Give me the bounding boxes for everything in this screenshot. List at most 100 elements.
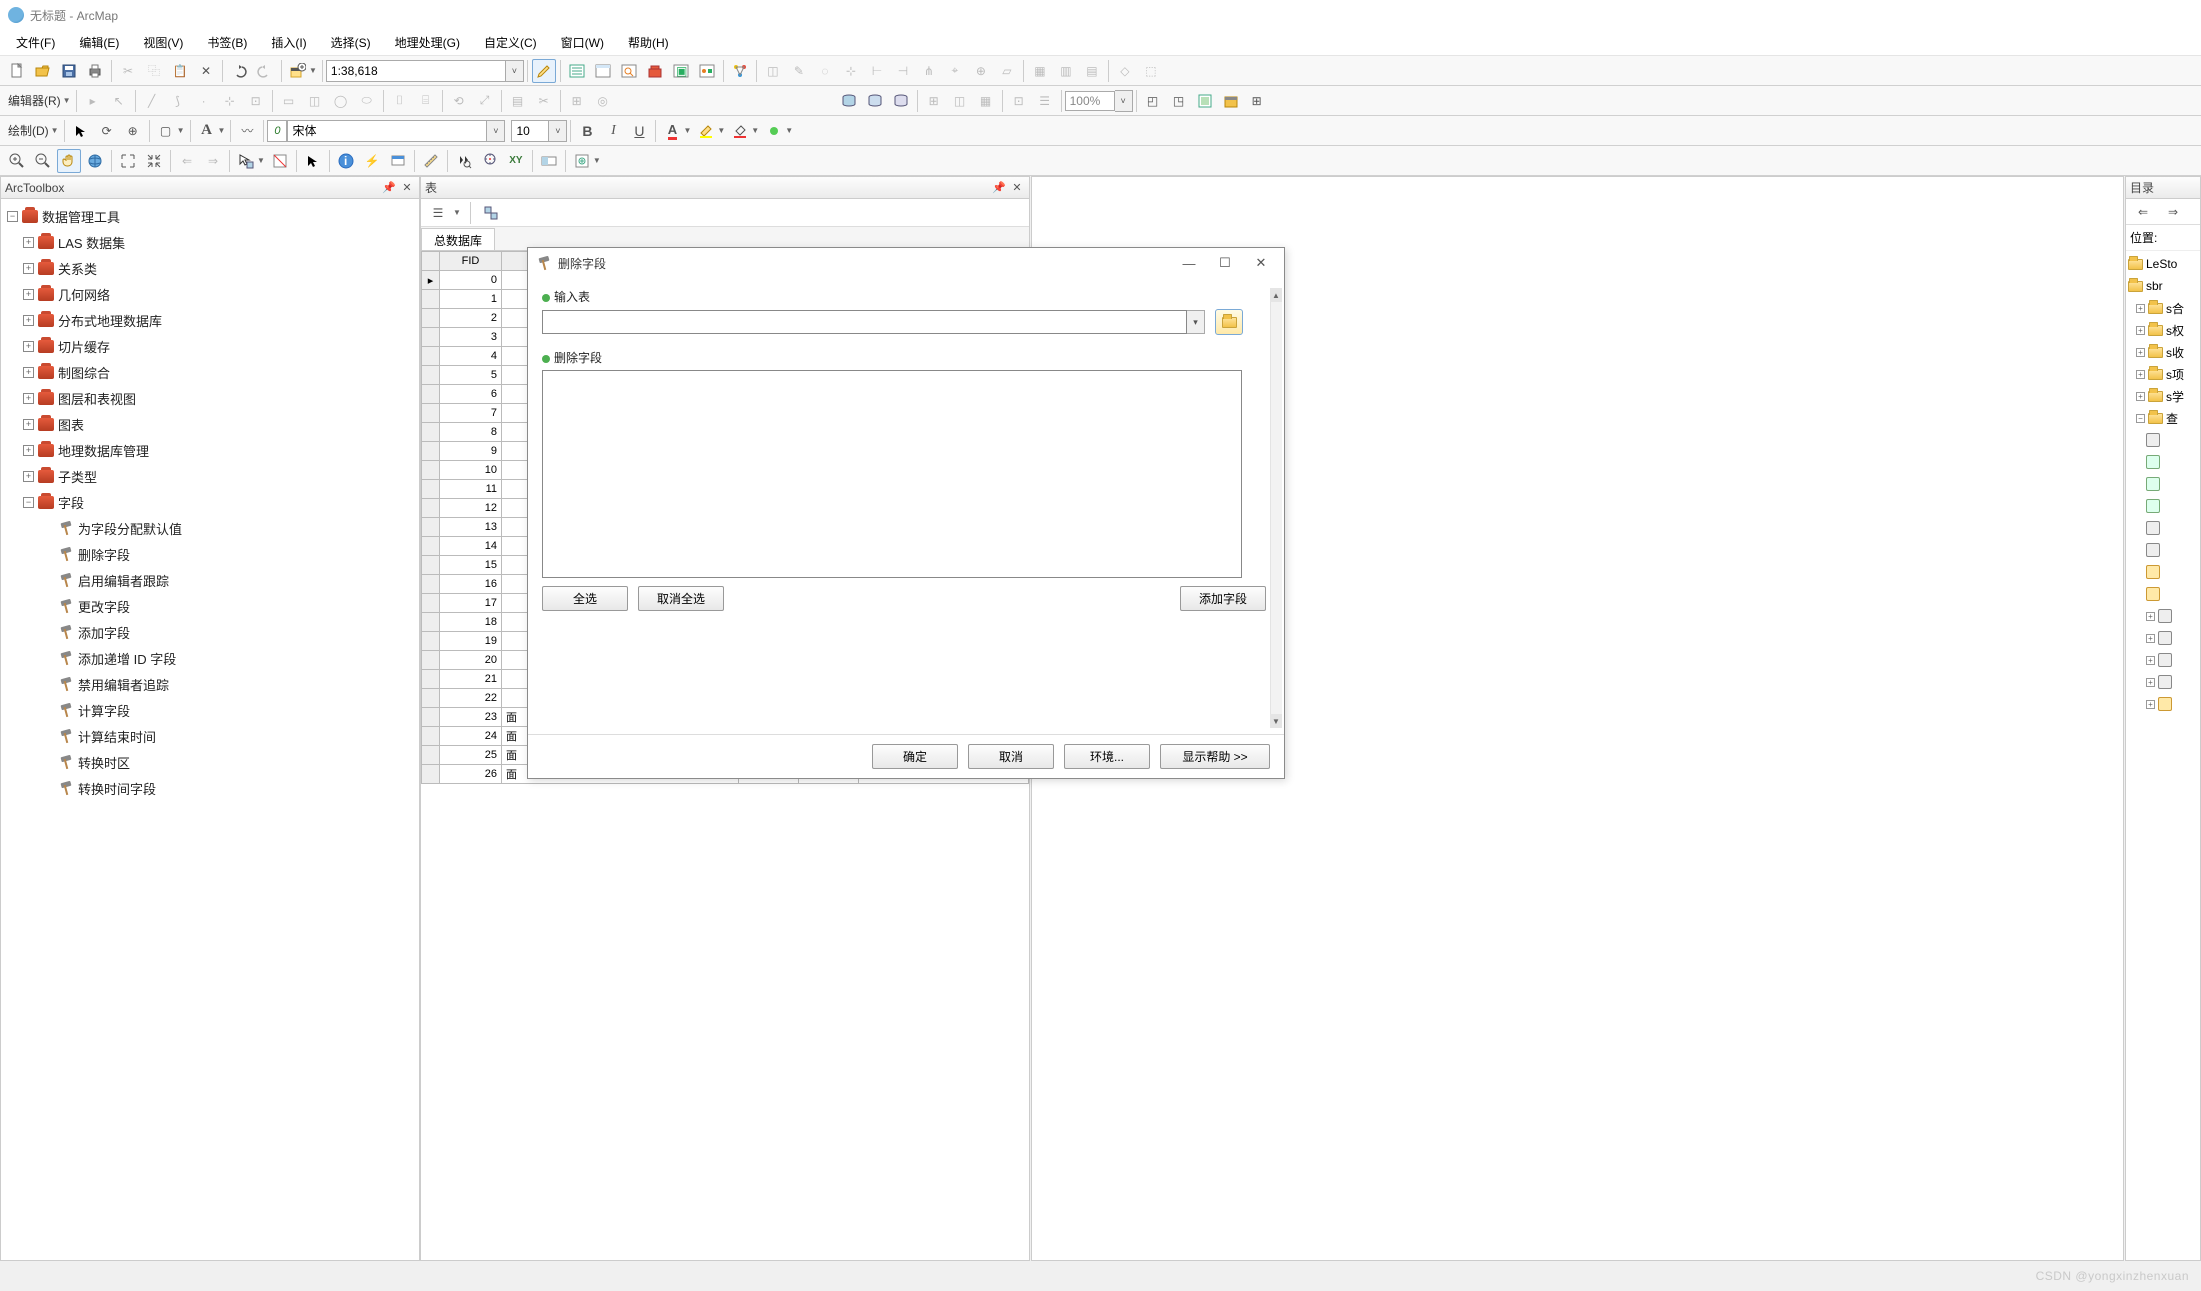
expand-icon[interactable]: + — [2136, 348, 2145, 357]
catalog-tree[interactable]: LeStosbr+s合+s权+s收+s项+s学−查+++++ — [2126, 251, 2200, 1260]
catalog-folder[interactable]: LeSto — [2128, 253, 2198, 275]
toolbox-group[interactable]: +切片缓存 — [3, 333, 417, 359]
collapse-icon[interactable]: − — [7, 211, 18, 222]
expand-icon[interactable]: + — [23, 367, 34, 378]
pan-icon[interactable] — [57, 149, 81, 173]
catalog-item[interactable]: + — [2128, 627, 2198, 649]
marker-color-icon[interactable] — [762, 119, 786, 143]
undo-icon[interactable] — [227, 59, 251, 83]
scale-input[interactable] — [326, 60, 506, 82]
open-icon[interactable] — [31, 59, 55, 83]
input-table-dropdown[interactable]: ▾ — [1187, 310, 1205, 334]
browse-button[interactable] — [1215, 309, 1243, 335]
fixed-zoom-in-icon[interactable] — [116, 149, 140, 173]
expand-icon[interactable]: + — [2146, 634, 2155, 643]
close-icon[interactable]: ✕ — [399, 180, 415, 196]
text-tool-dropdown[interactable]: ▼ — [218, 126, 226, 135]
show-help-button[interactable]: 显示帮助 >> — [1160, 744, 1270, 769]
zoom-out-icon[interactable] — [31, 149, 55, 173]
editor-label[interactable]: 编辑器(R) — [4, 92, 65, 109]
toolbox-group[interactable]: +分布式地理数据库 — [3, 307, 417, 333]
expand-icon[interactable]: + — [23, 445, 34, 456]
menu-customize[interactable]: 自定义(C) — [474, 31, 547, 54]
save-icon[interactable] — [57, 59, 81, 83]
minimize-icon[interactable]: — — [1174, 252, 1204, 274]
tool-item[interactable]: 为字段分配默认值 — [3, 515, 417, 541]
add-data-dropdown[interactable]: ▼ — [309, 66, 317, 75]
tool-item[interactable]: 禁用编辑者追踪 — [3, 671, 417, 697]
expand-icon[interactable]: + — [23, 263, 34, 274]
scroll-down-icon[interactable]: ▼ — [1270, 714, 1282, 728]
expand-icon[interactable]: + — [2136, 304, 2145, 313]
catalog-subfolder[interactable]: −查 — [2128, 407, 2198, 429]
print-icon[interactable] — [83, 59, 107, 83]
expand-icon[interactable]: + — [23, 393, 34, 404]
search-window-icon[interactable] — [617, 59, 641, 83]
bold-icon[interactable]: B — [575, 119, 599, 143]
html-popup-icon[interactable] — [386, 149, 410, 173]
ok-button[interactable]: 确定 — [872, 744, 958, 769]
time-slider-icon[interactable] — [537, 149, 561, 173]
catalog-item[interactable] — [2128, 429, 2198, 451]
cat-fwd-icon[interactable]: ⇒ — [2161, 200, 2185, 224]
add-data-icon[interactable] — [286, 59, 310, 83]
table-options-dropdown[interactable]: ▼ — [453, 208, 461, 217]
t-icon-9[interactable] — [1219, 89, 1243, 113]
editor-dropdown[interactable]: ▼ — [63, 96, 71, 105]
zoom-tool-icon[interactable]: ⊕ — [121, 119, 145, 143]
catalog-subfolder[interactable]: +s收 — [2128, 341, 2198, 363]
toc-icon[interactable] — [565, 59, 589, 83]
collapse-icon[interactable]: − — [23, 497, 34, 508]
menu-edit[interactable]: 编辑(E) — [69, 31, 129, 54]
close-icon[interactable]: ✕ — [1246, 252, 1276, 274]
catalog-item[interactable]: + — [2128, 605, 2198, 627]
table-tab[interactable]: 总数据库 — [421, 228, 495, 250]
expand-icon[interactable]: + — [23, 341, 34, 352]
model-builder-icon[interactable] — [695, 59, 719, 83]
t-icon-10[interactable]: ⊞ — [1245, 89, 1269, 113]
deselect-all-button[interactable]: 取消全选 — [638, 586, 724, 611]
viewer-dropdown[interactable]: ▼ — [593, 156, 601, 165]
cat-back-icon[interactable]: ⇐ — [2131, 200, 2155, 224]
t-icon-7[interactable]: ◳ — [1167, 89, 1191, 113]
catalog-item[interactable] — [2128, 495, 2198, 517]
toolbox-group[interactable]: +几何网络 — [3, 281, 417, 307]
fields-node[interactable]: −字段 — [3, 489, 417, 515]
viewer-window-icon[interactable] — [570, 149, 594, 173]
geo-db-1-icon[interactable] — [837, 89, 861, 113]
font-size-dropdown[interactable]: ˅ — [549, 120, 567, 142]
tool-item[interactable]: 计算字段 — [3, 697, 417, 723]
arctoolbox-tree[interactable]: −数据管理工具 +LAS 数据集+关系类+几何网络+分布式地理数据库+切片缓存+… — [1, 199, 419, 1260]
select-cursor-icon[interactable] — [69, 119, 93, 143]
close-icon[interactable]: ✕ — [1009, 180, 1025, 196]
tool-item[interactable]: 更改字段 — [3, 593, 417, 619]
editor-toolbar-icon[interactable] — [532, 59, 556, 83]
catalog-item[interactable]: + — [2128, 693, 2198, 715]
menu-geoprocessing[interactable]: 地理处理(G) — [385, 31, 470, 54]
font-color-dropdown[interactable]: ▼ — [683, 126, 691, 135]
input-table-field[interactable] — [542, 310, 1187, 334]
catalog-folder[interactable]: sbr — [2128, 275, 2198, 297]
menu-window[interactable]: 窗口(W) — [551, 31, 614, 54]
menu-file[interactable]: 文件(F) — [6, 31, 65, 54]
catalog-item[interactable] — [2128, 473, 2198, 495]
catalog-subfolder[interactable]: +s学 — [2128, 385, 2198, 407]
catalog-item[interactable] — [2128, 539, 2198, 561]
select-elements-icon[interactable] — [301, 149, 325, 173]
menu-bookmarks[interactable]: 书签(B) — [197, 31, 257, 54]
expand-icon[interactable]: + — [2146, 678, 2155, 687]
text-tool-icon[interactable]: A — [195, 119, 219, 143]
catalog-item[interactable] — [2128, 451, 2198, 473]
catalog-window-icon[interactable] — [591, 59, 615, 83]
curve-tool-icon[interactable]: 〰 — [235, 119, 259, 143]
highlight-dropdown[interactable]: ▼ — [717, 126, 725, 135]
catalog-item[interactable] — [2128, 583, 2198, 605]
draw-label[interactable]: 绘制(D) — [4, 122, 53, 139]
toolbox-group[interactable]: +关系类 — [3, 255, 417, 281]
fields-listbox[interactable] — [542, 370, 1242, 578]
redo-icon[interactable] — [253, 59, 277, 83]
toolbox-group[interactable]: +子类型 — [3, 463, 417, 489]
arc-toolbox-icon[interactable] — [643, 59, 667, 83]
expand-icon[interactable]: + — [23, 471, 34, 482]
menu-view[interactable]: 视图(V) — [133, 31, 193, 54]
